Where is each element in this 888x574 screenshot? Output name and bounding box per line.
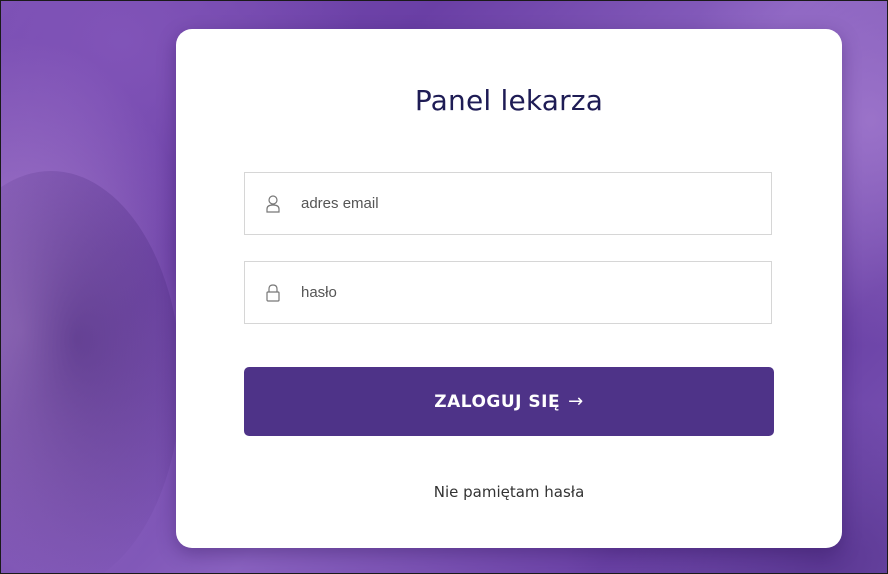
lock-icon (265, 283, 281, 303)
forgot-password-link[interactable]: Nie pamiętam hasła (176, 483, 842, 501)
login-card: Panel lekarza ZALOGUJ SIĘ → (176, 29, 842, 548)
page-background: Panel lekarza ZALOGUJ SIĘ → (0, 0, 888, 574)
email-input[interactable] (301, 173, 771, 234)
login-button[interactable]: ZALOGUJ SIĘ → (244, 367, 774, 436)
email-field[interactable] (244, 172, 772, 235)
background-swirl (1, 171, 181, 573)
page-title: Panel lekarza (414, 84, 604, 117)
password-field[interactable] (244, 261, 772, 324)
password-input[interactable] (301, 262, 771, 323)
user-icon (265, 194, 281, 214)
login-button-label: ZALOGUJ SIĘ (434, 391, 561, 412)
arrow-right-icon: → (568, 391, 584, 412)
